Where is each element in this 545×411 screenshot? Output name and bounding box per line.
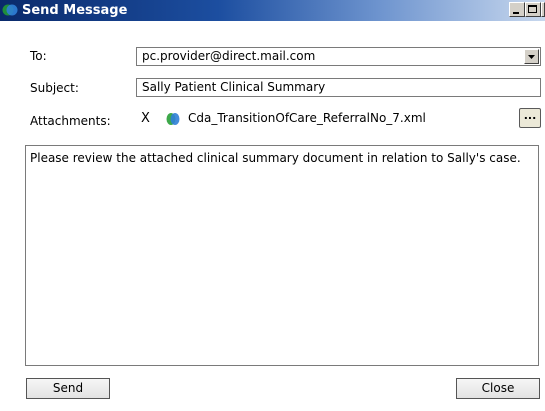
attachment-name[interactable]: Cda_TransitionOfCare_ReferralNo_7.xml	[188, 110, 426, 126]
subject-value: Sally Patient Clinical Summary	[142, 80, 326, 94]
maximize-button[interactable]	[525, 2, 541, 17]
subject-label: Subject:	[30, 81, 79, 95]
message-body-textarea[interactable]: Please review the attached clinical summ…	[25, 145, 539, 366]
chevron-down-icon[interactable]	[524, 49, 539, 64]
title-bar[interactable]: Send Message	[0, 0, 545, 21]
send-message-window: Send Message To: pc.provider@direct.mail…	[0, 0, 545, 411]
remove-attachment-button[interactable]: X	[141, 111, 150, 127]
browse-attachments-button[interactable]: ...	[519, 108, 541, 128]
close-button[interactable]: Close	[456, 378, 540, 399]
to-label: To:	[30, 49, 47, 63]
document-icon	[165, 112, 181, 126]
to-value: pc.provider@direct.mail.com	[142, 49, 316, 63]
send-button[interactable]: Send	[26, 378, 110, 399]
minimize-button[interactable]	[509, 2, 525, 17]
window-title: Send Message	[22, 3, 128, 18]
app-icon	[2, 2, 18, 18]
to-combobox[interactable]: pc.provider@direct.mail.com	[136, 47, 541, 66]
close-window-button[interactable]	[541, 2, 545, 17]
attachments-label: Attachments:	[30, 114, 111, 128]
subject-input[interactable]: Sally Patient Clinical Summary	[136, 78, 541, 97]
